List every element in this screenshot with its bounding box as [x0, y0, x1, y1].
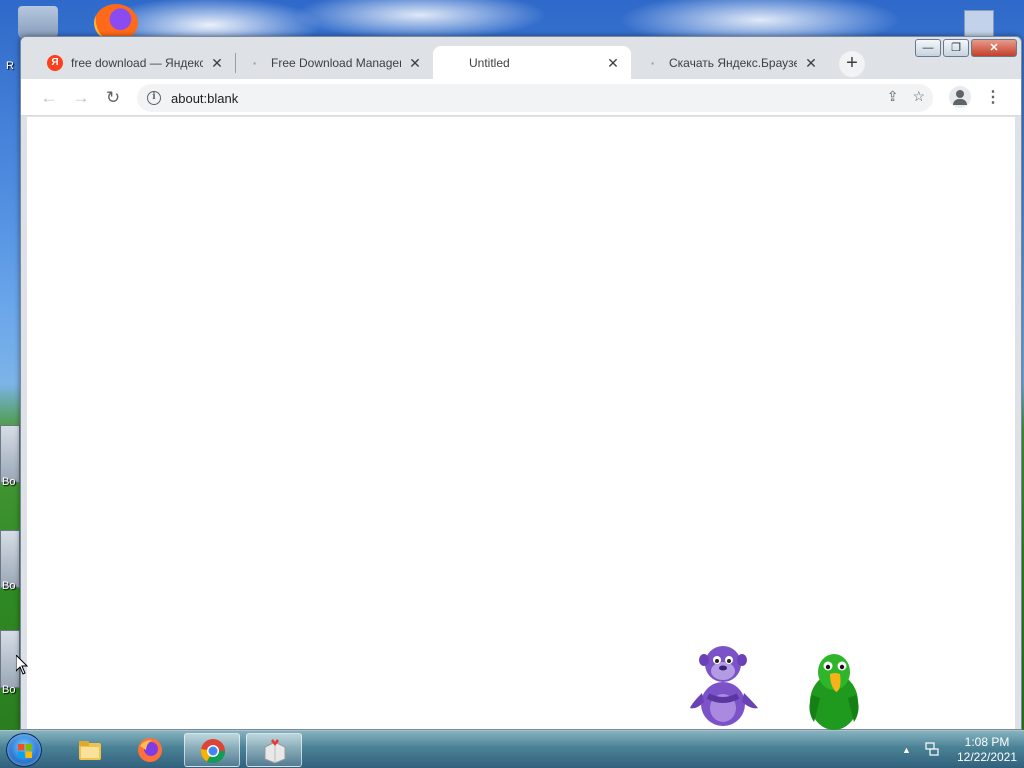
- back-button[interactable]: ←: [35, 84, 63, 112]
- chrome-icon: [201, 739, 225, 764]
- browser-window: Я free download — Яндекс ✕ · Free Downlo…: [20, 36, 1022, 730]
- firefox-icon: [138, 738, 162, 762]
- tab-title: Free Download Manager: [271, 55, 401, 70]
- network-icon[interactable]: [924, 741, 940, 757]
- share-icon[interactable]: ⇪: [887, 88, 899, 105]
- bookmark-star-icon[interactable]: ☆: [912, 88, 925, 105]
- forward-button[interactable]: →: [67, 84, 95, 112]
- desktop-label: R: [6, 60, 14, 72]
- taskbar-chrome-button[interactable]: [184, 733, 240, 767]
- info-icon[interactable]: i: [147, 91, 161, 105]
- desktop-label: Bo: [2, 684, 16, 696]
- windows-taskbar: ▲ 1:08 PM 12/22/2021: [0, 730, 1024, 768]
- clock-time: 1:08 PM: [964, 735, 1010, 749]
- desktop-shortcut-icon[interactable]: [0, 425, 20, 483]
- system-tray: ▲ 1:08 PM 12/22/2021: [884, 731, 1024, 768]
- minimize-button[interactable]: —: [915, 39, 941, 57]
- start-button[interactable]: [6, 733, 42, 767]
- installer-box-icon: [264, 739, 286, 764]
- taskbar-firefox-button[interactable]: [122, 733, 178, 767]
- parrot-character[interactable]: [800, 650, 870, 730]
- tab-close-icon[interactable]: ✕: [209, 55, 225, 71]
- bonzi-buddy-character[interactable]: [684, 638, 762, 730]
- taskbar-clock[interactable]: 1:08 PM 12/22/2021: [950, 735, 1024, 765]
- tab-yandex-browser-download[interactable]: · Скачать Яндекс.Браузер ✕: [633, 46, 829, 79]
- tab-close-icon[interactable]: ✕: [407, 55, 423, 71]
- tab-title: Скачать Яндекс.Браузер: [669, 55, 797, 70]
- maximize-button[interactable]: ❐: [943, 39, 969, 57]
- tab-yandex-search[interactable]: Я free download — Яндекс ✕: [35, 46, 235, 79]
- reload-button[interactable]: ↻: [99, 84, 127, 112]
- folder-icon: [79, 741, 101, 760]
- tab-close-icon[interactable]: ✕: [803, 55, 819, 71]
- new-tab-button[interactable]: +: [839, 51, 865, 77]
- tab-free-download-manager[interactable]: · Free Download Manager ✕: [235, 46, 433, 79]
- clock-date: 12/22/2021: [956, 750, 1018, 764]
- tab-strip: Я free download — Яндекс ✕ · Free Downlo…: [21, 37, 1021, 79]
- tab-close-icon[interactable]: ✕: [605, 55, 621, 71]
- mouse-cursor-icon: [16, 655, 28, 675]
- profile-avatar-icon[interactable]: [949, 86, 971, 108]
- tab-untitled[interactable]: Untitled ✕: [433, 46, 631, 79]
- yandex-favicon-icon: Я: [47, 54, 63, 71]
- show-hidden-icons-icon[interactable]: ▲: [902, 745, 911, 755]
- desktop-label: Bo: [2, 476, 16, 488]
- browser-menu-button[interactable]: ⋮: [985, 84, 1001, 112]
- taskbar-explorer-button[interactable]: [62, 733, 118, 767]
- taskbar-installer-button[interactable]: [246, 733, 302, 767]
- address-bar[interactable]: i about:blank ⇪ ☆: [137, 84, 933, 112]
- tab-title: Untitled: [469, 55, 510, 70]
- recycle-bin-icon[interactable]: [18, 6, 58, 40]
- tab-title: free download — Яндекс: [71, 55, 203, 70]
- window-controls: — ❐ ✕: [915, 39, 1017, 57]
- loading-favicon-icon: ·: [252, 54, 258, 71]
- windows-logo-icon: [18, 744, 32, 758]
- loading-favicon-icon: ·: [650, 54, 656, 71]
- url-text[interactable]: about:blank: [171, 91, 238, 106]
- page-content-blank[interactable]: [27, 117, 1015, 729]
- desktop-label: Bo: [2, 580, 16, 592]
- close-window-button[interactable]: ✕: [971, 39, 1017, 57]
- browser-toolbar: ← → ↻ i about:blank ⇪ ☆ ⋮: [21, 79, 1021, 116]
